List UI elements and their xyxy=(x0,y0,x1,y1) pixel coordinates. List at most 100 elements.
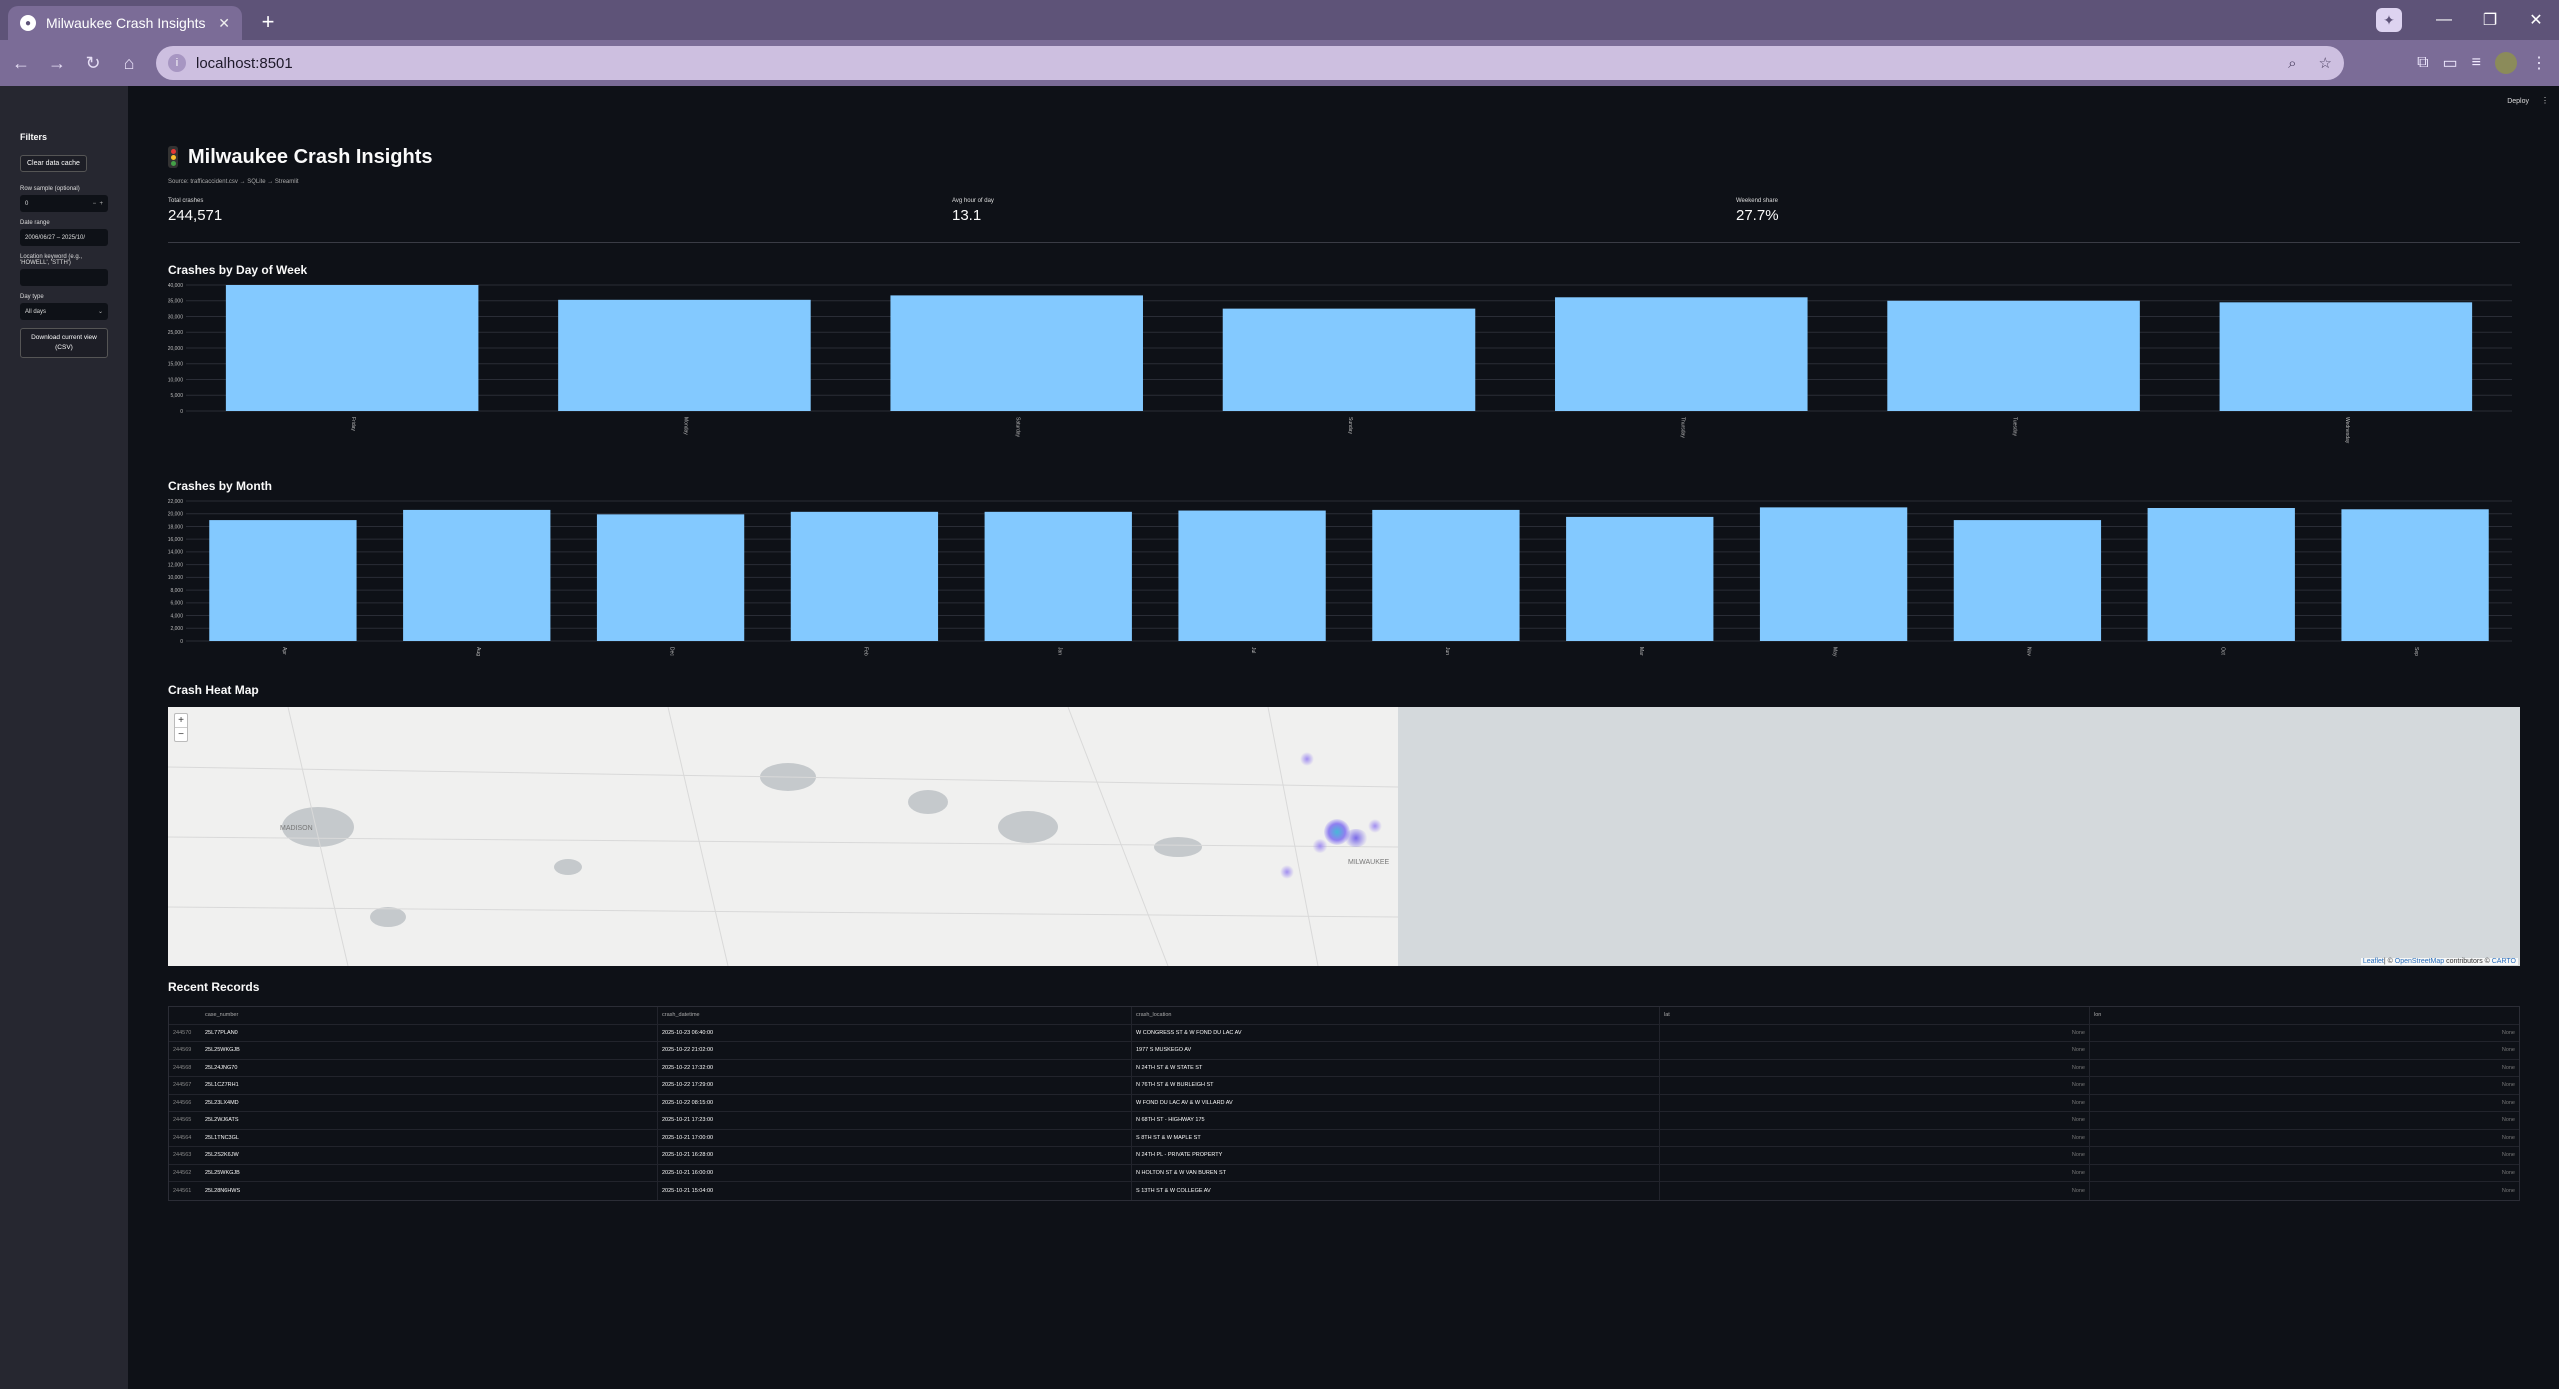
zoom-in-button[interactable]: + xyxy=(175,714,187,727)
y-tick-label: 30,000 xyxy=(168,314,183,320)
traffic-light-icon xyxy=(168,146,178,168)
bar-friday[interactable] xyxy=(225,285,479,411)
col-lon-header[interactable]: lon xyxy=(2089,1007,2519,1024)
site-info-icon[interactable]: i xyxy=(168,54,186,72)
col-lat-header[interactable]: lat xyxy=(1659,1007,2089,1024)
address-bar[interactable]: i localhost:8501 ⌕ ☆ xyxy=(156,46,2344,80)
table-row[interactable]: 244566 25L23LX4MD 2025-10-22 08:15:00 W FON… xyxy=(169,1094,2519,1112)
menu-kebab-icon[interactable]: ⋮ xyxy=(2531,53,2547,73)
x-tick-label: Oct xyxy=(2219,647,2225,655)
table-row[interactable]: 244567 25L1CZ7RH1 2025-10-22 17:29:00 N 76T… xyxy=(169,1077,2519,1095)
table-header: case_number crash_datetime crash_locatio… xyxy=(169,1007,2519,1025)
zoom-icon[interactable]: ⌕ xyxy=(2288,55,2296,72)
minimize-icon[interactable]: — xyxy=(2421,0,2467,40)
case-number-cell: 25L77PLAN0 xyxy=(205,1029,238,1036)
bar-thursday[interactable] xyxy=(1555,297,1808,411)
x-tick-label: Sep xyxy=(2413,647,2419,656)
bar-nov[interactable] xyxy=(1953,520,2102,641)
gemini-icon[interactable]: ✦ xyxy=(2376,8,2402,32)
leaflet-link[interactable]: Leaflet xyxy=(2363,958,2384,965)
main-content: Milwaukee Crash Insights Source: traffic… xyxy=(168,142,2520,1201)
case-number-cell: 25L2WJ6ATS xyxy=(205,1117,239,1124)
date-range-value: 2006/06/27 – 2025/10/ xyxy=(25,234,86,241)
bar-may[interactable] xyxy=(1759,507,1908,641)
y-tick-label: 35,000 xyxy=(168,299,183,305)
browser-tabbar: ● Milwaukee Crash Insights ✕ + ✦ — ❐ ✕ xyxy=(0,0,2559,40)
row-index-cell: 244570 xyxy=(173,1029,192,1036)
metric-value: 27.7% xyxy=(1736,207,1779,224)
y-tick-label: 8,000 xyxy=(170,588,183,594)
carto-link[interactable]: CARTO xyxy=(2492,958,2516,965)
col-location-header[interactable]: crash_location xyxy=(1131,1007,1659,1024)
bar-feb[interactable] xyxy=(790,511,939,641)
bar-sunday[interactable] xyxy=(1222,308,1476,411)
bar-oct[interactable] xyxy=(2147,508,2295,641)
row-index-cell: 244563 xyxy=(173,1152,192,1159)
crash-heat-map[interactable]: MADISON MILWAUKEE + − Leaflet| © OpenStr… xyxy=(168,707,2520,966)
day-type-select[interactable]: All days ⌄ xyxy=(20,303,108,320)
y-tick-label: 4,000 xyxy=(170,613,183,619)
crash-datetime-cell: 2025-10-21 15:04:00 xyxy=(657,1182,1131,1200)
bar-sep[interactable] xyxy=(2341,509,2489,641)
bar-jun[interactable] xyxy=(1372,509,1520,641)
close-tab-icon[interactable]: ✕ xyxy=(218,15,230,32)
bar-dec[interactable] xyxy=(596,514,745,641)
clear-cache-button[interactable]: Clear data cache xyxy=(20,155,87,172)
forward-icon[interactable]: → xyxy=(44,50,70,76)
row-sample-input[interactable]: 0 − + xyxy=(20,195,108,212)
col-case-number-header[interactable]: case_number xyxy=(201,1012,657,1018)
table-row[interactable]: 244565 25L2WJ6ATS 2025-10-21 17:23:00 N 68T… xyxy=(169,1112,2519,1130)
close-window-icon[interactable]: ✕ xyxy=(2513,0,2559,40)
cast-icon[interactable]: ▭ xyxy=(2443,53,2458,73)
browser-tab[interactable]: ● Milwaukee Crash Insights ✕ xyxy=(8,6,242,40)
bar-mar[interactable] xyxy=(1566,516,1714,641)
crash-datetime-cell: 2025-10-22 17:29:00 xyxy=(657,1077,1131,1094)
month-chart[interactable]: 0 2,000 4,000 6,000 8,000 10,000 12,000 14,000 1… xyxy=(168,497,2520,669)
stepper-icon[interactable]: − + xyxy=(93,201,103,207)
bar-aug[interactable] xyxy=(403,509,551,641)
media-icon[interactable]: ≡ xyxy=(2472,54,2481,72)
new-tab-icon[interactable]: + xyxy=(254,8,282,36)
bar-apr[interactable] xyxy=(209,520,357,641)
back-icon[interactable]: ← xyxy=(8,50,34,76)
reload-icon[interactable]: ↻ xyxy=(80,50,106,76)
bookmark-star-icon[interactable]: ☆ xyxy=(2319,54,2332,72)
x-tick-label: Saturday xyxy=(1015,417,1021,438)
col-datetime-header[interactable]: crash_datetime xyxy=(657,1007,1131,1024)
extensions-icon[interactable]: ⧉ xyxy=(2417,54,2428,72)
bar-tuesday[interactable] xyxy=(1887,300,2140,411)
osm-link[interactable]: OpenStreetMap xyxy=(2395,958,2444,965)
main-menu-icon[interactable]: ⋮ xyxy=(2541,96,2549,105)
crash-datetime-cell: 2025-10-21 16:28:00 xyxy=(657,1147,1131,1164)
home-icon[interactable]: ⌂ xyxy=(116,50,142,76)
bar-wednesday[interactable] xyxy=(2219,302,2473,411)
bar-jul[interactable] xyxy=(1178,510,1326,641)
date-range-input[interactable]: 2006/06/27 – 2025/10/ xyxy=(20,229,108,246)
divider xyxy=(168,242,2520,243)
dow-chart[interactable]: 0 5,000 10,000 15,000 20,000 25,000 30,000 35,0… xyxy=(168,281,2520,465)
restore-icon[interactable]: ❐ xyxy=(2467,0,2513,40)
case-number-cell: 25L24JNG70 xyxy=(205,1064,238,1071)
table-row[interactable]: 244564 25L1TNC3GL 2025-10-21 17:00:00 S 8TH… xyxy=(169,1129,2519,1147)
table-row[interactable]: 244570 25L77PLAN0 2025-10-23 06:40:00 W CON… xyxy=(169,1024,2519,1042)
profile-avatar[interactable] xyxy=(2495,52,2517,74)
bar-jan[interactable] xyxy=(984,511,1132,641)
table-row[interactable]: 244562 25L25WKGJB 2025-10-21 16:00:00 N HOL… xyxy=(169,1164,2519,1182)
records-table[interactable]: case_number crash_datetime crash_locatio… xyxy=(168,1006,2520,1201)
table-row[interactable]: 244568 25L24JNG70 2025-10-22 17:32:00 N 24T… xyxy=(169,1059,2519,1077)
deploy-button[interactable]: Deploy xyxy=(2507,98,2529,105)
lat-cell: None xyxy=(1659,1147,2089,1164)
bar-monday[interactable] xyxy=(558,299,811,411)
table-row[interactable]: 244563 25L2S2K6JW 2025-10-21 16:28:00 N 24T… xyxy=(169,1147,2519,1165)
download-csv-button[interactable]: Download current view (CSV) xyxy=(20,328,108,358)
url-text[interactable]: localhost:8501 xyxy=(196,55,2266,72)
table-row[interactable]: 244569 25L25WKGJB 2025-10-22 21:02:00 1977 … xyxy=(169,1042,2519,1060)
bar-saturday[interactable] xyxy=(890,295,1143,411)
lat-cell: None xyxy=(1659,1094,2089,1111)
title-row: Milwaukee Crash Insights xyxy=(168,142,2520,172)
map-title: Crash Heat Map xyxy=(168,683,259,697)
lon-cell: None xyxy=(2089,1164,2519,1181)
zoom-out-button[interactable]: − xyxy=(175,727,187,741)
table-row[interactable]: 244561 25L28N6HWS 2025-10-21 15:04:00 S 13T… xyxy=(169,1182,2519,1200)
location-input[interactable] xyxy=(20,269,108,286)
